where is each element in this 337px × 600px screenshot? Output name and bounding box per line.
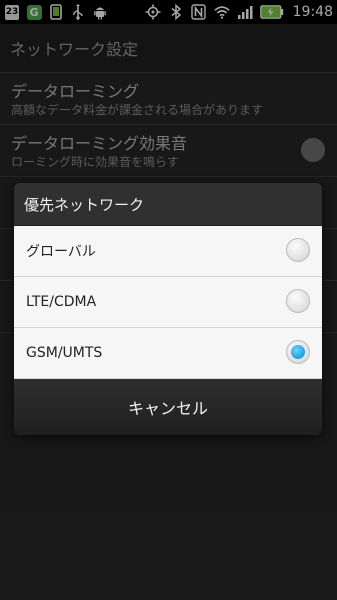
dialog-title-text: 優先ネットワーク [24,195,145,214]
option-global[interactable]: グローバル [14,226,322,277]
cancel-button[interactable]: キャンセル [14,379,322,435]
screen: ネットワーク設定 データローミング 高額なデータ料金が課金される場合があります … [0,0,337,600]
option-gsm-umts-radio-selected[interactable] [286,340,310,364]
option-lte-cdma-radio[interactable] [286,289,310,313]
option-global-label: グローバル [26,244,96,260]
option-lte-cdma[interactable]: LTE/CDMA [14,277,322,328]
preferred-network-dialog: 優先ネットワーク グローバル LTE/CDMA GSM/UMTS キャンセル [14,183,322,435]
dialog-title: 優先ネットワーク [14,183,322,226]
cancel-button-label: キャンセル [127,399,208,418]
option-gsm-umts[interactable]: GSM/UMTS [14,328,322,379]
option-gsm-umts-label: GSM/UMTS [26,345,103,361]
option-global-radio[interactable] [286,238,310,262]
dialog-footer: キャンセル [14,379,322,435]
option-lte-cdma-label: LTE/CDMA [26,294,97,310]
